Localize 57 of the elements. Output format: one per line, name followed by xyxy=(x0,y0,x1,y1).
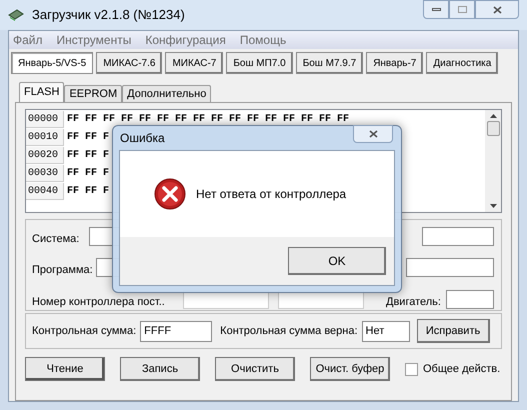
menu-item[interactable]: Файл xyxy=(13,31,43,49)
fix-button[interactable]: Исправить xyxy=(416,319,490,343)
scroll-up-icon xyxy=(490,114,496,118)
tab[interactable]: EEPROM xyxy=(64,85,122,102)
tab[interactable]: Дополнительно xyxy=(122,85,212,102)
chip-icon xyxy=(8,8,24,22)
device-tab[interactable]: Январь-5/VS-5 xyxy=(11,52,94,74)
device-tab[interactable]: Январь-7 xyxy=(366,52,424,74)
close-button[interactable] xyxy=(475,0,519,19)
system-label: Система: xyxy=(32,232,80,247)
address-cell: 00040 xyxy=(26,182,64,200)
program-label: Программа: xyxy=(32,263,93,278)
close-icon xyxy=(492,6,502,14)
checkbox-label: Общее действ. xyxy=(423,362,500,377)
engine-label: Двигатель: xyxy=(386,295,441,310)
menu-item[interactable]: Помощь xyxy=(240,31,286,49)
scroll-down-icon xyxy=(490,204,496,208)
checksum-field[interactable]: FFFF xyxy=(140,320,212,342)
dialog-title: Ошибка xyxy=(119,130,165,147)
version-field[interactable] xyxy=(406,258,494,277)
address-cell: 00020 xyxy=(26,146,64,164)
error-icon xyxy=(154,178,186,210)
menu-item[interactable]: Инструменты xyxy=(56,31,132,49)
address-cell: 00030 xyxy=(26,164,64,182)
hex-data: FF FF F xyxy=(66,166,110,180)
checksum-valid-field[interactable]: Нет xyxy=(362,320,410,342)
action-button[interactable]: Очистить xyxy=(215,357,295,381)
action-button[interactable]: Запись xyxy=(120,357,200,381)
device-tab[interactable]: МИКАС-7.6 xyxy=(96,52,162,74)
device-tab[interactable]: Бош МП7.0 xyxy=(226,52,293,74)
close-icon xyxy=(368,130,378,138)
action-button[interactable]: Очист. буфер xyxy=(310,357,390,381)
close-button[interactable] xyxy=(353,125,393,143)
device-tab[interactable]: Бош М7.9.7 xyxy=(296,52,364,74)
ok-button[interactable]: OK xyxy=(288,247,386,275)
checkbox[interactable] xyxy=(405,362,418,376)
device-tab[interactable]: МИКАС-7 xyxy=(165,52,224,74)
date-field[interactable] xyxy=(422,227,494,246)
hex-data: FF FF F xyxy=(66,184,110,198)
tab[interactable]: FLASH xyxy=(19,82,64,102)
device-tab[interactable]: Диагностика xyxy=(426,52,498,74)
controller-label: Номер контроллера пост.. xyxy=(32,295,165,310)
scroll-thumb[interactable] xyxy=(486,121,500,136)
minimize-button[interactable] xyxy=(423,0,449,19)
checksum-valid-label: Контрольная сумма верна: xyxy=(220,324,358,339)
checksum-label: Контрольная сумма: xyxy=(32,324,136,339)
menu-item[interactable]: Конфигурация xyxy=(145,31,226,49)
address-cell: 00000 xyxy=(26,110,64,128)
error-message: Нет ответа от контроллера xyxy=(196,186,346,203)
hex-data: FF FF F xyxy=(66,148,110,162)
hex-data: FF FF FF FF FF FF FF FF FF FF FF FF FF FF FF FF xyxy=(66,112,350,126)
address-cell: 00010 xyxy=(26,128,64,146)
engine-field[interactable] xyxy=(446,290,494,309)
action-button[interactable]: Чтение xyxy=(25,357,105,381)
hex-data: FF FF F xyxy=(66,130,110,144)
window-title: Загрузчик v2.1.8 (№1234) xyxy=(32,6,185,24)
scrollbar[interactable] xyxy=(485,110,501,212)
